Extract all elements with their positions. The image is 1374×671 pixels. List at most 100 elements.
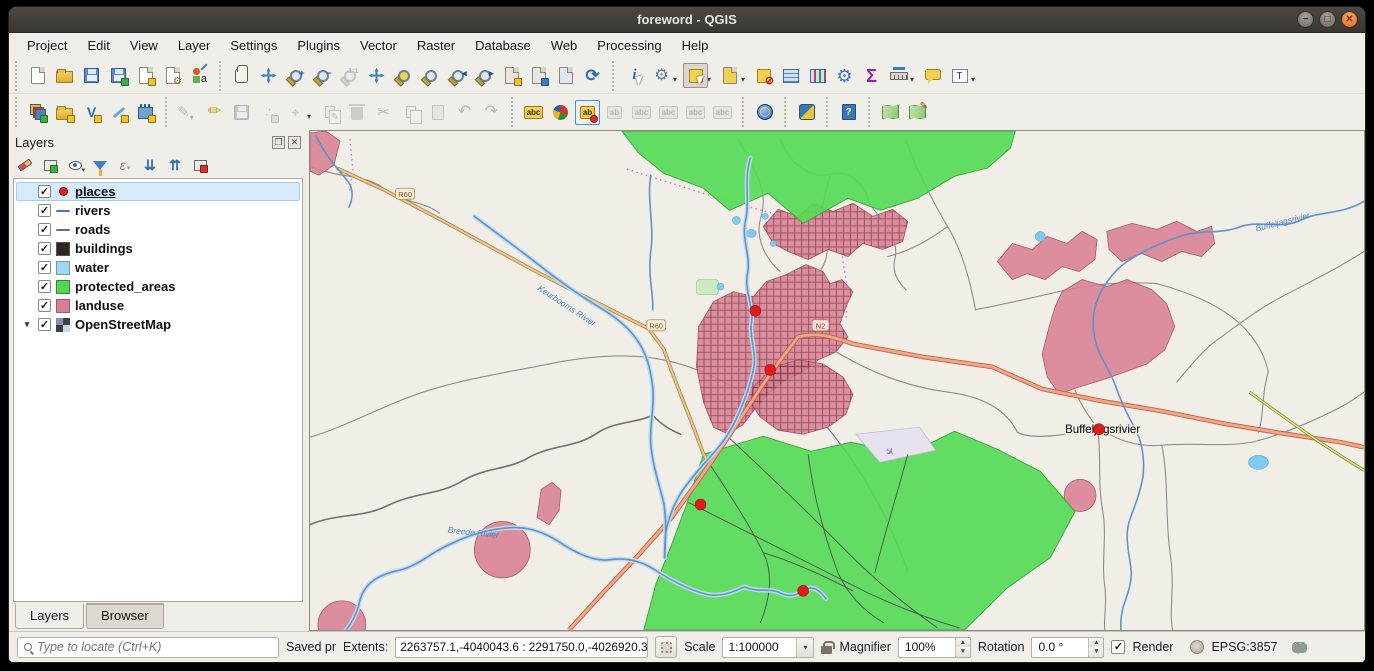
- tab-layers[interactable]: Layers: [15, 603, 84, 629]
- menu-view[interactable]: View: [120, 35, 168, 56]
- manage-map-themes-button[interactable]: ▾: [64, 154, 86, 176]
- delete-selected-button[interactable]: [344, 100, 369, 125]
- zoom-to-layer-button[interactable]: [418, 63, 443, 88]
- change-label-button[interactable]: abc: [710, 100, 735, 125]
- refresh-button[interactable]: ⟳: [580, 63, 605, 88]
- magnifier-down-icon[interactable]: ▼: [956, 647, 970, 657]
- highlight-pinned-button[interactable]: ab: [602, 100, 627, 125]
- new-project-button[interactable]: [25, 63, 50, 88]
- extents-value[interactable]: 2263757.1,-4040043.6 : 2291750.0,-402692…: [395, 637, 648, 658]
- protected-checkbox[interactable]: ✓: [38, 280, 51, 293]
- messages-icon[interactable]: [1292, 642, 1307, 653]
- zoom-out-button[interactable]: −: [310, 63, 335, 88]
- select-value-dropdown[interactable]: ▾: [741, 75, 749, 84]
- measure-dropdown[interactable]: ▾: [910, 75, 918, 84]
- magnifier-up-icon[interactable]: ▲: [956, 638, 970, 648]
- osm-checkbox[interactable]: ✓: [38, 318, 51, 331]
- new-virtual-layer-button[interactable]: [133, 100, 158, 125]
- processing-toolbox-button[interactable]: ⚙: [832, 63, 857, 88]
- locator-input[interactable]: [37, 640, 272, 654]
- select-by-value-button[interactable]: [717, 63, 742, 88]
- zoom-native-button[interactable]: 1:1: [337, 63, 362, 88]
- menu-vector[interactable]: Vector: [350, 35, 407, 56]
- pin-labels-button[interactable]: ab: [575, 100, 600, 125]
- landuse-label[interactable]: landuse: [75, 298, 124, 313]
- menu-processing[interactable]: Processing: [587, 35, 671, 56]
- locator-box[interactable]: [17, 637, 279, 658]
- paste-features-button[interactable]: [425, 100, 450, 125]
- close-button[interactable]: ✕: [1341, 11, 1358, 28]
- plugin-map-button[interactable]: [878, 100, 903, 125]
- zoom-next-button[interactable]: ▸: [472, 63, 497, 88]
- osm-label[interactable]: OpenStreetMap: [75, 317, 171, 332]
- save-project-as-button[interactable]: [106, 63, 131, 88]
- water-checkbox[interactable]: ✓: [38, 261, 51, 274]
- zoom-to-selection-button[interactable]: [391, 63, 416, 88]
- show-bookmarks-button[interactable]: [526, 63, 551, 88]
- rivers-checkbox[interactable]: ✓: [38, 204, 51, 217]
- open-layer-styling-button[interactable]: [14, 154, 36, 176]
- landuse-checkbox[interactable]: ✓: [38, 299, 51, 312]
- scale-dropdown-icon[interactable]: ▾: [796, 638, 813, 657]
- toggle-editing-button[interactable]: ✏: [202, 100, 227, 125]
- cut-features-button[interactable]: ✂: [371, 100, 396, 125]
- rotation-up-icon[interactable]: ▲: [1089, 638, 1103, 648]
- redo-button[interactable]: ↷: [479, 100, 504, 125]
- water-label[interactable]: water: [75, 260, 109, 275]
- maximize-button[interactable]: □: [1319, 11, 1336, 28]
- float-panel-button[interactable]: ❐: [272, 136, 285, 149]
- expand-all-button[interactable]: ⇊: [139, 154, 161, 176]
- undo-button[interactable]: ↶: [452, 100, 477, 125]
- layer-row-rivers[interactable]: ✓ rivers: [16, 201, 300, 220]
- show-hide-labels-button[interactable]: abc: [629, 100, 654, 125]
- layer-row-buildings[interactable]: ✓ buildings: [16, 239, 300, 258]
- data-source-manager-button[interactable]: [25, 100, 50, 125]
- magnifier-spinner[interactable]: 100% ▲▼: [898, 637, 971, 658]
- help-button[interactable]: ?: [836, 100, 861, 125]
- map-canvas[interactable]: ✈: [309, 130, 1365, 631]
- new-shapefile-button[interactable]: V: [79, 100, 104, 125]
- vertex-tool-button[interactable]: ⌖: [283, 100, 308, 125]
- crs-value[interactable]: EPSG:3857: [1211, 640, 1277, 654]
- protected-label[interactable]: protected_areas: [75, 279, 175, 294]
- zoom-in-button[interactable]: +: [283, 63, 308, 88]
- show-statistics-button[interactable]: Σ: [859, 63, 884, 88]
- minimize-button[interactable]: −: [1297, 11, 1314, 28]
- places-checkbox[interactable]: ✓: [38, 185, 51, 198]
- python-console-button[interactable]: [794, 100, 819, 125]
- roads-label[interactable]: roads: [75, 222, 110, 237]
- render-checkbox[interactable]: ✓: [1111, 640, 1125, 654]
- buildings-checkbox[interactable]: ✓: [38, 242, 51, 255]
- vertex-dropdown[interactable]: ▾: [307, 112, 315, 121]
- current-edits-button[interactable]: ✎▾: [175, 100, 200, 125]
- temporal-controller-button[interactable]: [553, 63, 578, 88]
- statistical-summary-button[interactable]: [805, 63, 830, 88]
- scale-combo[interactable]: 1:100000 ▾: [722, 637, 814, 658]
- rotate-label-button[interactable]: abc: [683, 100, 708, 125]
- copy-features-button[interactable]: [398, 100, 423, 125]
- identify-button[interactable]: i: [622, 63, 647, 88]
- menu-settings[interactable]: Settings: [220, 35, 287, 56]
- collapse-all-button[interactable]: ⇈: [164, 154, 186, 176]
- buildings-label[interactable]: buildings: [75, 241, 133, 256]
- menu-help[interactable]: Help: [672, 35, 719, 56]
- move-label-button[interactable]: abc: [656, 100, 681, 125]
- menu-database[interactable]: Database: [465, 35, 541, 56]
- new-bookmark-button[interactable]: [499, 63, 524, 88]
- menu-web[interactable]: Web: [541, 35, 588, 56]
- remove-layer-button[interactable]: [189, 154, 211, 176]
- layer-row-water[interactable]: ✓ water: [16, 258, 300, 277]
- select-dropdown[interactable]: ▾: [707, 75, 715, 84]
- save-project-button[interactable]: [79, 63, 104, 88]
- layer-diagram-button[interactable]: [548, 100, 573, 125]
- open-attribute-table-button[interactable]: [778, 63, 803, 88]
- new-layout-button[interactable]: [133, 63, 158, 88]
- rivers-label[interactable]: rivers: [75, 203, 110, 218]
- rotation-down-icon[interactable]: ▼: [1089, 647, 1103, 657]
- save-edits-button[interactable]: [229, 100, 254, 125]
- new-geopackage-button[interactable]: [52, 100, 77, 125]
- tab-browser[interactable]: Browser: [86, 603, 164, 629]
- layer-labeling-button[interactable]: abc: [521, 100, 546, 125]
- plugin-edit-map-button[interactable]: ✎: [905, 100, 930, 125]
- menu-plugins[interactable]: Plugins: [287, 35, 350, 56]
